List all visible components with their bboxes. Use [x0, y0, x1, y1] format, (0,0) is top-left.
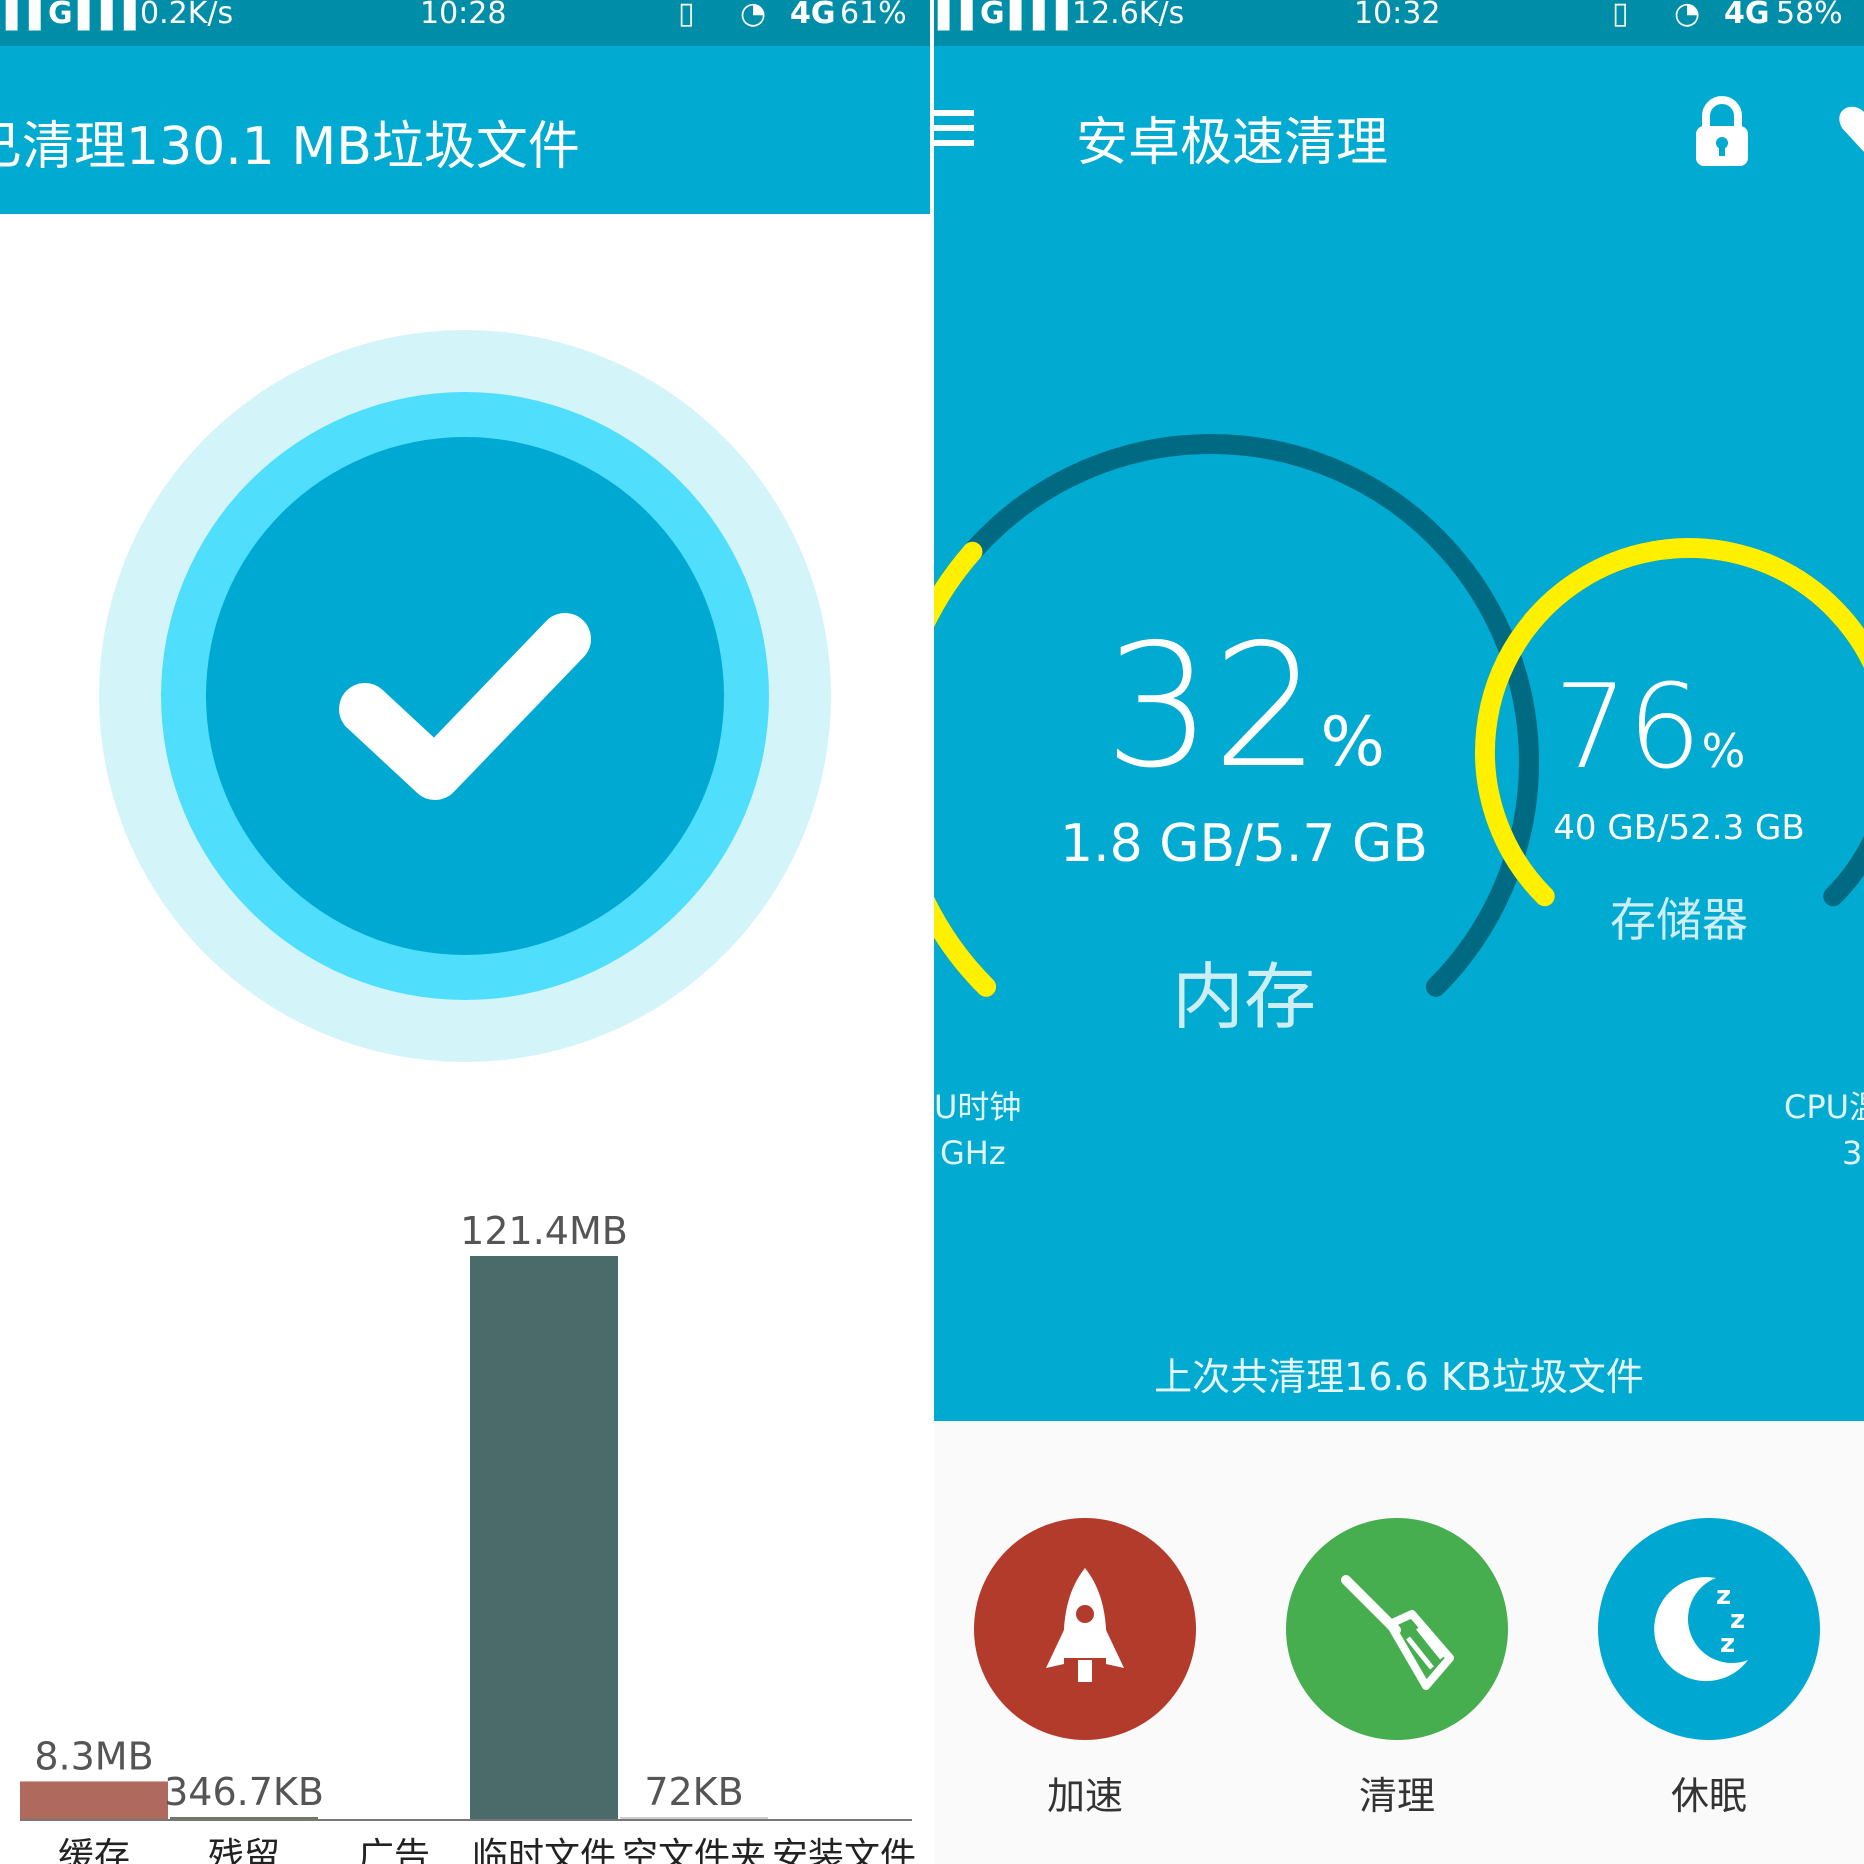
cpu-clock-value: GHz: [940, 1134, 1006, 1172]
lock-icon[interactable]: [1694, 96, 1750, 166]
network-speed: 12.6K/s: [1072, 0, 1185, 31]
category-label: 安装文件: [772, 1836, 916, 1864]
bar-value-label: 8.3MB: [34, 1734, 153, 1778]
cpu-clock-label: U时钟: [934, 1088, 1022, 1126]
category-label: 空文件夹: [622, 1836, 766, 1864]
bar-value-label: 121.4MB: [460, 1209, 628, 1253]
cpu-temp-value: 3: [1842, 1134, 1863, 1172]
signal-bars-icon: ▌▌▌: [78, 0, 148, 31]
network-type: G: [980, 0, 1005, 31]
svg-text:z: z: [1716, 1581, 1731, 1611]
signal-bars-icon: ▌▌▌: [1010, 0, 1080, 31]
app-title: 安卓极速清理: [1076, 113, 1389, 173]
storage-label: 存储器: [1610, 893, 1748, 947]
category-label: 缓存: [58, 1836, 130, 1864]
clock: 10:28: [420, 0, 507, 31]
memory-percent: 32%: [1104, 608, 1385, 806]
memory-gauge-fill: [934, 541, 997, 997]
lte-icon: 4G: [790, 0, 836, 31]
lte-icon: 4G: [1724, 0, 1770, 31]
clean-button[interactable]: [1286, 1518, 1508, 1740]
category-label: 广告: [358, 1836, 430, 1864]
battery-percent: 61%: [840, 0, 907, 31]
memory-percent-value: 32: [1104, 608, 1321, 806]
clean-label: 清理: [1358, 1774, 1435, 1818]
rocket-icon: [1046, 1568, 1124, 1682]
vibrate-icon: ▯: [678, 0, 695, 31]
network-type: G: [48, 0, 73, 31]
sleep-button[interactable]: z z z: [1598, 1518, 1820, 1740]
app-bar: 已清理130.1 MB垃圾文件: [0, 46, 930, 214]
boost-label: 加速: [1046, 1774, 1123, 1818]
bar-value-label: 346.7KB: [164, 1770, 324, 1814]
signal-icon: ▌▌: [938, 0, 985, 31]
status-bar: ▌▌ G ▌▌▌ 0.2K/s 10:28 ▯ ◔ 4G 61%: [0, 0, 930, 46]
signal-icon: ▌▌: [6, 0, 53, 31]
last-clean-summary: 上次共清理16.6 KB垃圾文件: [1154, 1355, 1644, 1399]
moon-sleep-icon: z z z: [1654, 1577, 1748, 1682]
menu-icon[interactable]: [934, 110, 974, 146]
boost-button[interactable]: [974, 1518, 1196, 1740]
bar-value-label: 72KB: [644, 1770, 743, 1814]
status-bar: ▌▌ G ▌▌▌ 12.6K/s 10:32 ▯ ◔ 4G 58%: [934, 0, 1864, 46]
storage-percent-value: 76: [1554, 660, 1702, 795]
category-label: 临时文件: [472, 1836, 616, 1864]
storage-detail: 40 GB/52.3 GB: [1553, 808, 1805, 848]
sleep-label: 休眠: [1670, 1774, 1747, 1818]
memory-label: 内存: [1171, 955, 1316, 1039]
page-title: 已清理130.1 MB垃圾文件: [0, 117, 580, 177]
bar-3: [470, 1256, 618, 1820]
heart-icon[interactable]: [1832, 100, 1864, 156]
home-screen: ▌▌ G ▌▌▌ 12.6K/s 10:32 ▯ ◔ 4G 58% 安卓极速清理…: [934, 0, 1864, 1864]
memory-detail: 1.8 GB/5.7 GB: [1060, 814, 1428, 874]
memory-percent-sign: %: [1320, 703, 1385, 782]
alarm-icon: ◔: [1674, 0, 1701, 31]
alarm-icon: ◔: [740, 0, 767, 31]
storage-percent-sign: %: [1701, 724, 1746, 778]
cpu-temp-label: CPU温: [1784, 1088, 1864, 1126]
broom-icon: [1341, 1575, 1454, 1690]
clean-result-screen: ▌▌ G ▌▌▌ 0.2K/s 10:28 ▯ ◔ 4G 61% 已清理130.…: [0, 0, 930, 1864]
storage-percent: 76%: [1554, 660, 1745, 795]
bar-0: [20, 1781, 168, 1820]
success-badge: [99, 330, 831, 1062]
category-label: 残留: [208, 1836, 280, 1864]
vibrate-icon: ▯: [1612, 0, 1629, 31]
battery-percent: 58%: [1776, 0, 1843, 31]
clock: 10:32: [1354, 0, 1441, 31]
network-speed: 0.2K/s: [140, 0, 234, 31]
junk-bar-chart: 8.3MB 缓存 346.7KB 残留 广告 121.4MB 临时文件 72KB 空文件夹 安装文…: [20, 1209, 916, 1864]
svg-text:z: z: [1720, 1629, 1735, 1659]
inner-circle: [206, 437, 724, 955]
